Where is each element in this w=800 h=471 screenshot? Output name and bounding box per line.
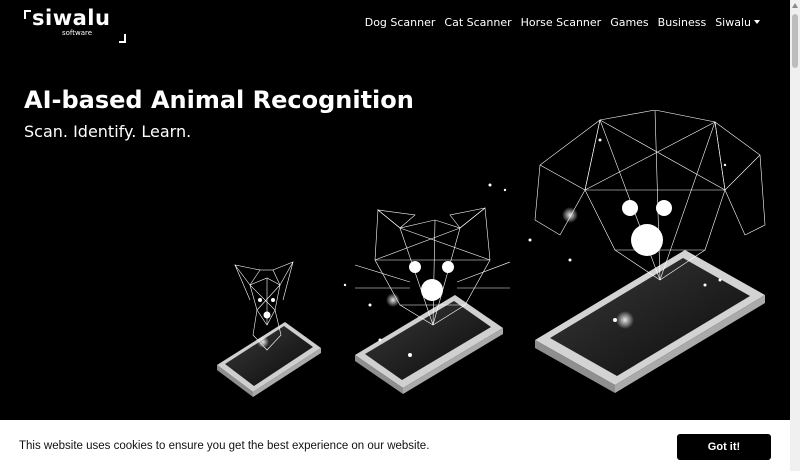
logo-bracket-top-left bbox=[24, 10, 31, 19]
main-navigation: Dog Scanner Cat Scanner Horse Scanner Ga… bbox=[365, 16, 760, 29]
siwalu-logo[interactable]: siwalu software bbox=[24, 6, 126, 43]
scroll-up-icon[interactable] bbox=[792, 3, 798, 8]
nav-cat-scanner[interactable]: Cat Scanner bbox=[444, 16, 511, 29]
cookie-accept-button[interactable]: Got it! bbox=[677, 434, 771, 460]
caret-down-icon bbox=[754, 20, 760, 24]
page: siwalu software Dog Scanner Cat Scanner … bbox=[0, 0, 790, 471]
page-scrollbar[interactable] bbox=[790, 0, 800, 471]
cat-wireframe-icon bbox=[354, 207, 511, 326]
phone-medium-icon bbox=[355, 295, 503, 394]
hero-subtitle: Scan. Identify. Learn. bbox=[24, 122, 192, 141]
nav-siwalu-dropdown[interactable]: Siwalu bbox=[715, 16, 760, 29]
nav-games[interactable]: Games bbox=[610, 16, 648, 29]
scrollbar-thumb[interactable] bbox=[792, 14, 798, 68]
nav-siwalu-label: Siwalu bbox=[715, 16, 751, 29]
logo-subtitle: software bbox=[62, 29, 93, 37]
animal-phones-illustration bbox=[217, 110, 766, 397]
logo-wordmark: siwalu bbox=[32, 6, 111, 30]
nav-dog-scanner[interactable]: Dog Scanner bbox=[365, 16, 436, 29]
phone-large-icon bbox=[535, 250, 765, 393]
nav-horse-scanner[interactable]: Horse Scanner bbox=[521, 16, 602, 29]
nav-business[interactable]: Business bbox=[658, 16, 707, 29]
cookie-message: This website uses cookies to ensure you … bbox=[19, 440, 430, 452]
cookie-consent-bar: This website uses cookies to ensure you … bbox=[0, 420, 790, 471]
logo-bracket-bottom-right bbox=[119, 34, 126, 43]
phone-small-icon bbox=[217, 322, 321, 397]
